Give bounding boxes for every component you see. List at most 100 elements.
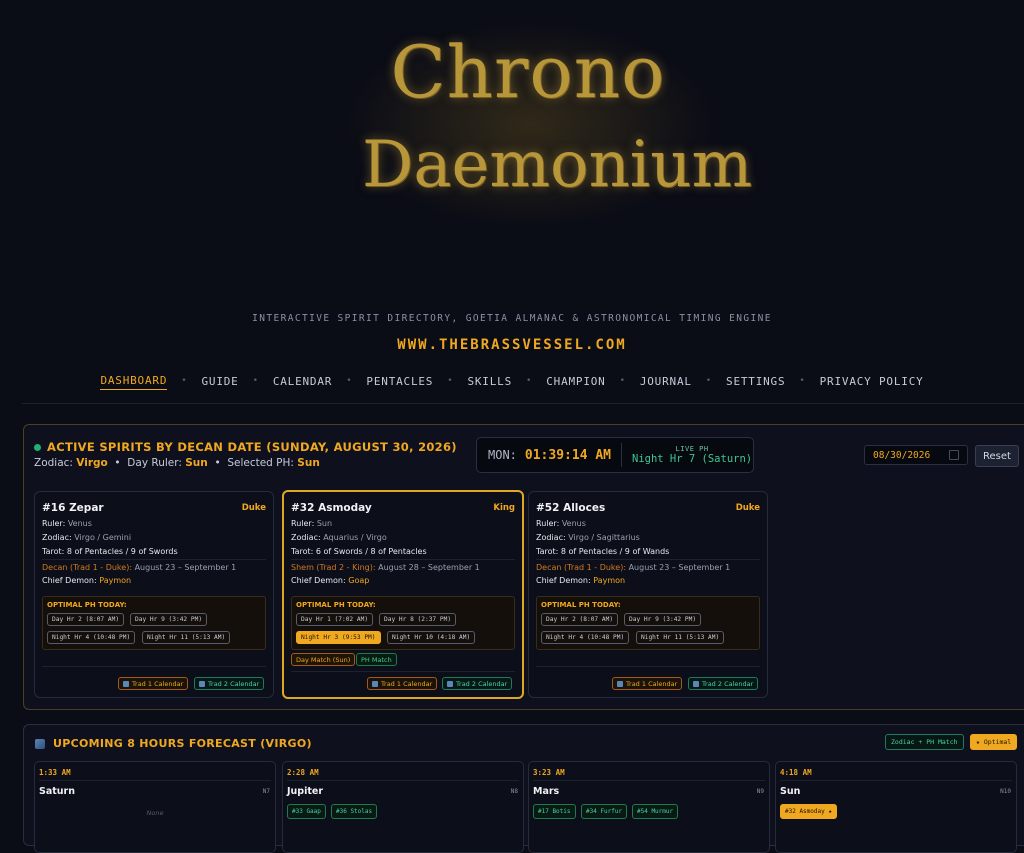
spirit-card[interactable]: #16 Zepar Duke Ruler: Venus Zodiac: Virg… [34, 491, 274, 698]
ruler-line: Ruler: Venus [536, 519, 586, 528]
calendar-icon [123, 680, 129, 687]
ph-chip[interactable]: Day Hr 9 (3:42 PM) [130, 613, 208, 626]
calendar-icon [447, 680, 453, 687]
live-clock: MON: 01:39:14 AM LIVE PH Night Hr 7 (Sat… [476, 437, 754, 473]
tarot-line: Tarot: 8 of Pentacles / 9 of Swords [42, 547, 178, 556]
hour-divider [533, 780, 765, 781]
ph-chip[interactable]: Day Hr 9 (3:42 PM) [624, 613, 702, 626]
site-url[interactable]: WWW.THEBRASSVESSEL.COM [0, 337, 1024, 353]
calendar-icon[interactable] [949, 450, 959, 460]
nav-calendar[interactable]: CALENDAR [273, 373, 332, 390]
optimal-spirit-chip[interactable]: #32 Asmoday ★ [780, 804, 837, 819]
trad2-calendar-button[interactable]: Trad 2 Calendar [194, 677, 265, 690]
reset-button[interactable]: Reset [975, 445, 1019, 467]
date-value: 08/30/2026 [873, 449, 931, 461]
optimal-title: OPTIMAL PH TODAY: [296, 601, 376, 609]
tarot-label: Tarot: [291, 547, 314, 556]
legend-optimal: ★ Optimal [970, 734, 1018, 750]
ruler-value: Venus [561, 519, 586, 528]
chief-line: Chief Demon: Paymon [536, 576, 625, 585]
day-ruler-value: Sun [185, 457, 208, 469]
zodiac-label: Zodiac: [291, 533, 321, 542]
ph-chip[interactable]: Night Hr 4 (10:48 PM) [47, 631, 136, 644]
spirit-card[interactable]: #52 Alloces Duke Ruler: Venus Zodiac: Vi… [528, 491, 768, 698]
ph-chip[interactable]: Night Hr 11 (5:13 AM) [636, 631, 725, 644]
hour-planet: Jupiter [287, 786, 324, 797]
ruler-value: Sun [316, 519, 333, 528]
selected-ph-value: Sun [297, 457, 320, 469]
zodiac-line: Zodiac: Virgo / Sagittarius [536, 533, 640, 542]
divider [22, 403, 1024, 404]
chief-label: Chief Demon: [291, 576, 346, 585]
spirit-chip[interactable]: #17 Botis [533, 804, 576, 819]
hour-time: 2:28 AM [287, 768, 319, 777]
trad1-calendar-button[interactable]: Trad 1 Calendar [118, 677, 189, 690]
selected-ph-label: Selected PH: [227, 457, 294, 469]
nav-skills[interactable]: SKILLS [467, 373, 512, 390]
hour-divider [780, 780, 1012, 781]
spirit-card-selected[interactable]: #32 Asmoday King Ruler: Sun Zodiac: Aqua… [282, 490, 524, 699]
calendar-icon [372, 680, 378, 687]
nav-separator: • [447, 376, 454, 386]
ph-chip[interactable]: Day Hr 8 (2:37 PM) [379, 613, 457, 626]
ph-chip[interactable]: Day Hr 2 (8:07 AM) [541, 613, 619, 626]
ruler-label: Ruler: [536, 519, 560, 528]
hour-index: N9 [756, 788, 764, 795]
spirit-chip[interactable]: #34 Furfur [581, 804, 628, 819]
trad1-calendar-button[interactable]: Trad 1 Calendar [612, 677, 683, 690]
nav-settings[interactable]: SETTINGS [726, 373, 785, 390]
ruler-line: Ruler: Venus [42, 519, 92, 528]
ruler-value: Venus [67, 519, 92, 528]
ruler-label: Ruler: [291, 519, 315, 528]
chief-value: Paymon [99, 576, 132, 585]
button-label: Trad 1 Calendar [626, 679, 678, 688]
tarot-value: 8 of Pentacles / 9 of Wands [560, 547, 670, 556]
chief-label: Chief Demon: [536, 576, 591, 585]
ph-chip[interactable]: Night Hr 10 (4:18 AM) [387, 631, 476, 644]
decan-label: Shem (Trad 2 - King): [291, 563, 376, 572]
calendar-icon [693, 680, 699, 687]
spirit-rank: Duke [735, 503, 760, 513]
spirit-chip[interactable]: #33 Gaap [287, 804, 326, 819]
nav-journal[interactable]: JOURNAL [640, 373, 692, 390]
ph-chip[interactable]: Day Hr 2 (8:07 AM) [47, 613, 125, 626]
optimal-ph-box: OPTIMAL PH TODAY: Day Hr 2 (8:07 AM) Day… [536, 596, 760, 650]
spirit-name: #32 Asmoday [291, 502, 372, 514]
ph-chip[interactable]: Night Hr 11 (5:13 AM) [142, 631, 231, 644]
nav-separator: • [526, 376, 533, 386]
ph-chip[interactable]: Night Hr 4 (10:48 PM) [541, 631, 630, 644]
decan-line: Decan (Trad 1 - Duke): August 23 – Septe… [536, 563, 730, 572]
zodiac-value: Virgo [76, 457, 108, 469]
tarot-value: 6 of Swords / 8 of Pentacles [315, 547, 427, 556]
tarot-label: Tarot: [42, 547, 65, 556]
optimal-title: OPTIMAL PH TODAY: [541, 601, 621, 609]
spirit-rank: King [493, 503, 515, 513]
optimal-title: OPTIMAL PH TODAY: [47, 601, 127, 609]
nav-privacy-policy[interactable]: PRIVACY POLICY [820, 373, 924, 390]
tarot-line: Tarot: 6 of Swords / 8 of Pentacles [291, 547, 427, 556]
date-input[interactable]: 08/30/2026 [864, 445, 968, 465]
trad2-calendar-button[interactable]: Trad 2 Calendar [442, 677, 513, 690]
card-divider [291, 559, 515, 560]
tagline: INTERACTIVE SPIRIT DIRECTORY, GOETIA ALM… [252, 313, 772, 324]
nav-pentacles[interactable]: PENTACLES [366, 373, 433, 390]
spirit-chip[interactable]: #36 Stolas [331, 804, 378, 819]
nav-guide[interactable]: GUIDE [201, 373, 238, 390]
spirit-chip[interactable]: #54 Murmur [632, 804, 679, 819]
trad1-calendar-button[interactable]: Trad 1 Calendar [367, 677, 438, 690]
day-match-tag: Day Match (Sun) [291, 653, 356, 666]
nav-champion[interactable]: CHAMPION [546, 373, 605, 390]
nav-dashboard[interactable]: DASHBOARD [100, 372, 168, 390]
ph-chip-current[interactable]: Night Hr 3 (9:53 PM) [296, 631, 381, 644]
spirit-name: #52 Alloces [536, 502, 606, 514]
ruler-line: Ruler: Sun [291, 519, 332, 528]
ph-chip[interactable]: Day Hr 1 (7:02 AM) [296, 613, 374, 626]
decan-line: Shem (Trad 2 - King): August 28 – Septem… [291, 563, 480, 572]
forecast-hour-card: 4:18 AM Sun N10 #32 Asmoday ★ [775, 761, 1017, 853]
forecast-title: UPCOMING 8 HOURS FORECAST (VIRGO) [35, 737, 312, 750]
decan-label: Decan (Trad 1 - Duke): [42, 563, 133, 572]
zodiac-line: Zodiac: Aquarius / Virgo [291, 533, 387, 542]
trad2-calendar-button[interactable]: Trad 2 Calendar [688, 677, 759, 690]
status-dot-icon [34, 443, 41, 451]
nav-separator: • [619, 376, 626, 386]
